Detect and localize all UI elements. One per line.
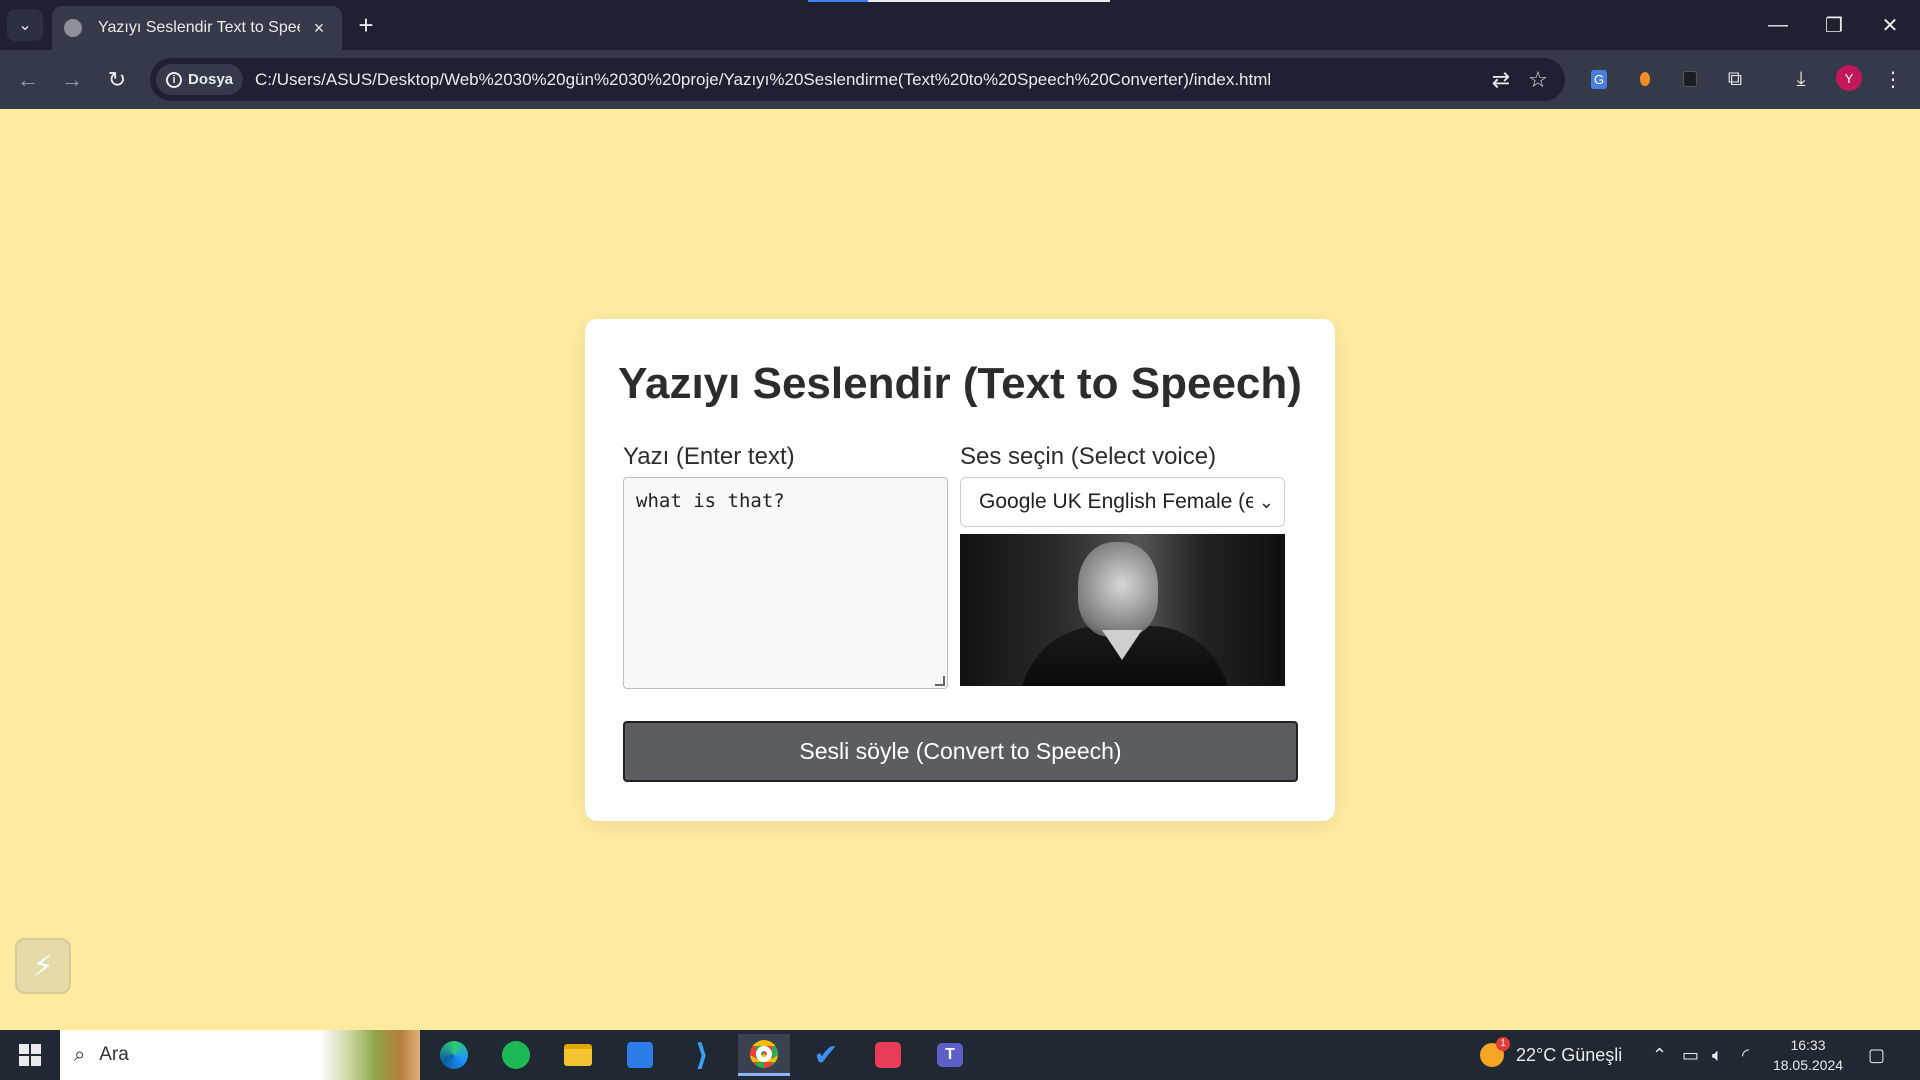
text-input-label: Yazı (Enter text): [623, 443, 795, 470]
loading-indicator: [808, 0, 1110, 2]
file-explorer-app-icon[interactable]: [552, 1034, 604, 1076]
calendar-app-icon[interactable]: [614, 1034, 666, 1076]
text-input[interactable]: what is that?: [623, 477, 948, 689]
chevron-down-icon: ⌄: [18, 17, 32, 34]
arrow-left-icon: ←: [17, 67, 39, 92]
clock-time: 16:33: [1790, 1037, 1826, 1053]
minimize-icon: —: [1768, 13, 1788, 36]
voice-select-label: Ses seçin (Select voice): [960, 443, 1217, 470]
browser-toolbar: ← → ↻ i Dosya C:/Users/ASUS/Desktop/Web%…: [0, 50, 1920, 109]
text-input-value: what is that?: [636, 490, 785, 512]
address-bar[interactable]: i Dosya C:/Users/ASUS/Desktop/Web%2030%2…: [150, 58, 1565, 101]
chrome-app-icon[interactable]: [738, 1034, 790, 1076]
taskbar-search-placeholder: Ara: [99, 1044, 129, 1065]
reload-button[interactable]: ↻: [101, 64, 133, 96]
resize-handle[interactable]: [935, 676, 945, 686]
chevron-down-icon: ⌄: [1258, 491, 1274, 512]
windows-logo-icon: [19, 1044, 41, 1066]
show-hidden-icons-button[interactable]: ⌃: [1652, 1030, 1667, 1080]
sun-icon: 1: [1480, 1037, 1510, 1067]
lightning-icon: ⚡: [32, 949, 54, 983]
browser-tab-bar: ⌄ Yazıyı Seslendir Text to Speech C × + …: [0, 0, 1920, 50]
edge-app-icon[interactable]: [428, 1034, 480, 1076]
tts-card: Yazıyı Seslendir (Text to Speech) Yazı (…: [585, 319, 1335, 821]
vscode-app-icon[interactable]: ⟩: [676, 1034, 728, 1076]
restore-button[interactable]: ❐: [1806, 0, 1862, 50]
search-icon: ⌕: [74, 1043, 86, 1066]
todo-app-icon[interactable]: ✔: [800, 1034, 852, 1076]
info-icon: i: [166, 71, 182, 88]
new-tab-button[interactable]: +: [352, 10, 380, 40]
weather-badge: 1: [1496, 1037, 1510, 1051]
tab-search-button[interactable]: ⌄: [7, 9, 43, 41]
wifi-icon[interactable]: ◜: [1742, 1030, 1749, 1080]
chevron-up-icon: ⌃: [1652, 1044, 1668, 1065]
globe-icon: [64, 19, 82, 37]
minimize-button[interactable]: —: [1750, 0, 1806, 50]
google-translate-extension-icon[interactable]: G: [1584, 64, 1614, 94]
close-window-button[interactable]: ✕: [1862, 0, 1918, 50]
profile-avatar[interactable]: Y: [1836, 65, 1862, 91]
extension-flame-icon[interactable]: [1630, 64, 1660, 94]
windows-taskbar: ⌕ Ara ⟩ ✔ T 1 22°C Güneşli ⌃ ▭ 🔈︎ ◜ 16:3…: [0, 1030, 1920, 1080]
browser-tab[interactable]: Yazıyı Seslendir Text to Speech C ×: [52, 6, 342, 50]
back-button[interactable]: ←: [12, 64, 44, 96]
weather-widget[interactable]: 1 22°C Güneşli: [1480, 1030, 1622, 1080]
search-highlight-image: [320, 1030, 420, 1080]
portrait-image: [960, 534, 1285, 686]
arrow-right-icon: →: [61, 67, 83, 92]
translate-icon[interactable]: ⇄: [1485, 64, 1517, 96]
url-text[interactable]: C:/Users/ASUS/Desktop/Web%2030%20gün%203…: [255, 70, 1271, 90]
convert-to-speech-button[interactable]: Sesli söyle (Convert to Speech): [623, 721, 1298, 782]
system-clock[interactable]: 16:33 18.05.2024: [1768, 1035, 1848, 1075]
volume-icon[interactable]: 🔈︎: [1712, 1030, 1723, 1080]
tab-title: Yazıyı Seslendir Text to Speech C: [98, 19, 300, 36]
site-chip-label: Dosya: [188, 71, 234, 88]
more-menu-icon[interactable]: ⋮: [1878, 64, 1908, 94]
download-icon[interactable]: ⤓: [1786, 64, 1816, 94]
notifications-icon[interactable]: ▢: [1868, 1030, 1885, 1080]
battery-icon[interactable]: ▭: [1682, 1030, 1699, 1080]
restore-icon: ❐: [1825, 14, 1843, 37]
spotify-app-icon[interactable]: [490, 1034, 542, 1076]
taskbar-search[interactable]: ⌕ Ara: [60, 1030, 420, 1080]
clock-date: 18.05.2024: [1772, 1057, 1844, 1073]
voice-select[interactable]: Google UK English Female (en ⌄: [960, 477, 1285, 527]
extension-dark-icon[interactable]: [1675, 64, 1705, 94]
reload-icon: ↻: [107, 67, 127, 92]
start-button[interactable]: [10, 1040, 50, 1070]
weather-text: 22°C Güneşli: [1516, 1044, 1623, 1065]
planner-app-icon[interactable]: [862, 1034, 914, 1076]
page-title: Yazıyı Seslendir (Text to Speech): [618, 359, 1302, 408]
portrait-head-shape: [1078, 542, 1158, 637]
bookmark-star-icon[interactable]: ☆: [1522, 64, 1554, 96]
close-icon: ✕: [1881, 14, 1899, 37]
voice-select-value: Google UK English Female (en: [979, 490, 1253, 513]
extensions-puzzle-icon[interactable]: ⧉: [1720, 64, 1750, 94]
site-info-chip[interactable]: i Dosya: [156, 64, 244, 95]
close-tab-button[interactable]: ×: [308, 17, 330, 39]
floating-widget-button[interactable]: ⚡: [15, 938, 71, 994]
forward-button[interactable]: →: [56, 64, 88, 96]
teams-app-icon[interactable]: T: [924, 1034, 976, 1076]
